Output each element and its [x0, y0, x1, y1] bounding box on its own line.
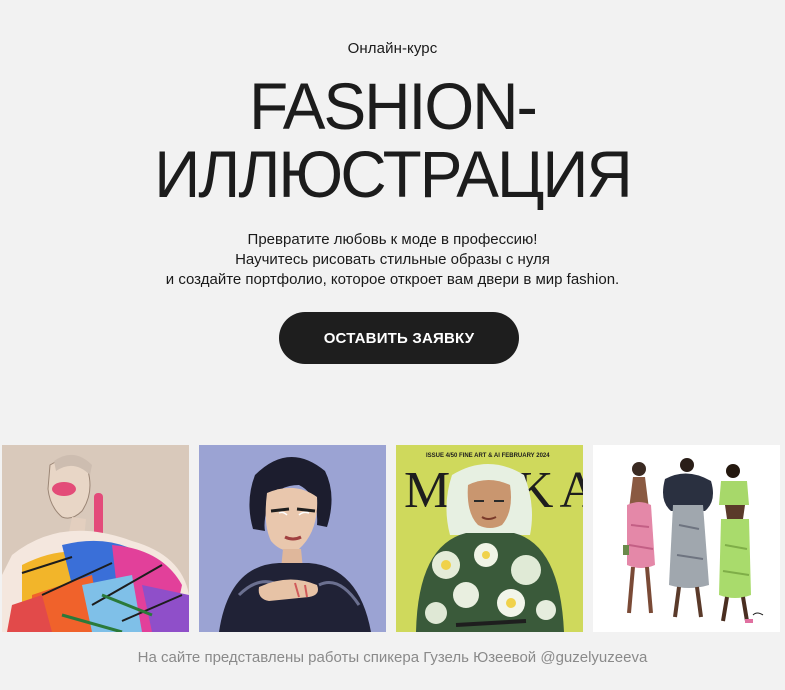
- page-title: FASHION- ИЛЛЮСТРАЦИЯ: [12, 72, 773, 208]
- artist-credit: На сайте представлены работы спикера Гуз…: [137, 649, 648, 666]
- gallery-card-4[interactable]: [593, 445, 780, 632]
- description-line-1: Превратите любовь к моде в профессию!: [247, 231, 538, 248]
- gallery-card-1[interactable]: [2, 445, 189, 632]
- illustration-woman-bob-hair: [199, 445, 386, 632]
- gallery-card-2[interactable]: [199, 445, 386, 632]
- cover-meta: ISSUE 4/50 FINE ART & AI FEBRUARY 2024: [426, 453, 550, 459]
- illustration-three-models: [593, 445, 780, 632]
- submit-application-button[interactable]: ОСТАВИТЬ ЗАЯВКУ: [279, 312, 519, 364]
- title-line-1: FASHION-: [249, 69, 538, 143]
- illustration-magazine-cover: ISSUE 4/50 FINE ART & AI FEBRUARY 2024 M…: [396, 445, 583, 632]
- description-line-2: Научитесь рисовать стильные образы с нул…: [235, 251, 550, 268]
- course-type-label: Онлайн-курс: [347, 40, 438, 57]
- gallery-card-3[interactable]: ISSUE 4/50 FINE ART & AI FEBRUARY 2024 M…: [396, 445, 583, 632]
- artwork-gallery: ISSUE 4/50 FINE ART & AI FEBRUARY 2024 M…: [2, 445, 782, 632]
- course-description: Превратите любовь к моде в профессию! На…: [0, 230, 785, 290]
- illustration-colorful-jacket: [2, 445, 189, 632]
- title-line-2: ИЛЛЮСТРАЦИЯ: [154, 137, 633, 211]
- description-line-3: и создайте портфолио, которое откроет ва…: [165, 271, 620, 288]
